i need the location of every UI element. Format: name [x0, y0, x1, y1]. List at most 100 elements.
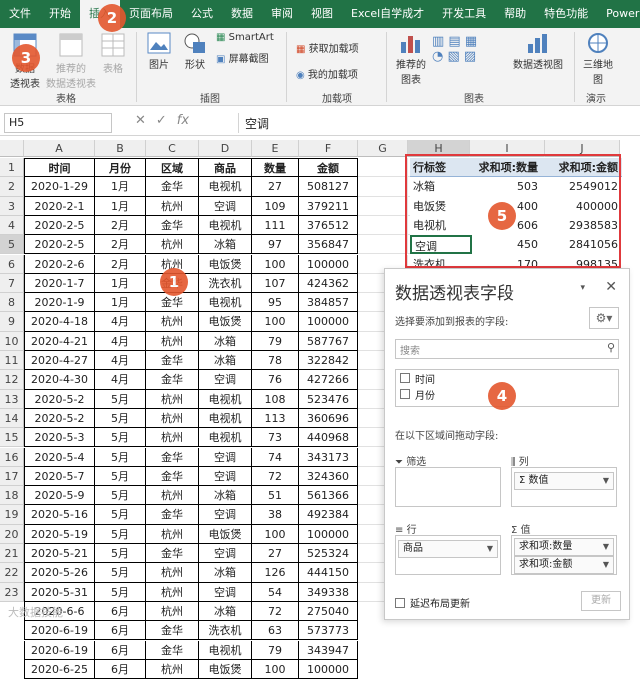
table-cell[interactable]: 343173 — [299, 447, 358, 467]
rows-zone[interactable]: 商品 ▼ — [395, 535, 501, 575]
table-cell[interactable]: 电视机 — [199, 640, 252, 660]
table-cell[interactable]: 5月 — [95, 428, 146, 448]
table-cell[interactable]: 电饭煲 — [199, 524, 252, 544]
table-cell[interactable]: 72 — [252, 601, 299, 622]
table-cell[interactable]: 2020-5-21 — [24, 544, 95, 564]
table-cell[interactable]: 360696 — [299, 408, 358, 429]
values-zone[interactable]: 求和项:数量 ▼ 求和项:金额 ▼ — [511, 535, 617, 575]
row-header[interactable]: 19 — [0, 505, 24, 525]
table-button[interactable]: 表格 — [98, 32, 128, 75]
table-cell[interactable]: 2020-2-5 — [24, 215, 95, 236]
table-cell[interactable]: 126 — [252, 563, 299, 583]
table-cell[interactable]: 金华 — [146, 466, 199, 487]
my-addins-button[interactable]: ◉ 我的加载项 — [296, 66, 376, 81]
name-box[interactable]: H5 — [4, 113, 112, 133]
table-cell[interactable]: 1月 — [95, 293, 146, 313]
recommended-pivot-button[interactable]: 推荐的 数据透视表 — [46, 32, 96, 90]
column-header-A[interactable]: A — [24, 140, 95, 157]
close-icon[interactable]: ✕ — [605, 279, 617, 295]
table-cell[interactable]: 电视机 — [199, 215, 252, 236]
table-cell[interactable]: 2020-5-2 — [24, 389, 95, 409]
table-cell[interactable]: 4月 — [95, 370, 146, 390]
table-cell[interactable]: 电视机 — [199, 293, 252, 313]
table-cell[interactable]: 275040 — [299, 601, 358, 622]
table-cell[interactable]: 空调 — [199, 505, 252, 525]
table-cell[interactable]: 2020-5-31 — [24, 582, 95, 602]
table-cell[interactable]: 27 — [252, 177, 299, 197]
table-cell[interactable]: 492384 — [299, 505, 358, 525]
table-cell[interactable]: 343947 — [299, 640, 358, 660]
checkbox[interactable] — [395, 597, 405, 608]
checkbox[interactable] — [400, 389, 410, 399]
table-cell[interactable]: 4月 — [95, 351, 146, 371]
tab-5[interactable]: 数据 — [222, 0, 262, 28]
table-cell[interactable]: 杭州 — [146, 196, 199, 216]
column-header-C[interactable]: C — [146, 140, 199, 157]
table-cell[interactable]: 2020-4-21 — [24, 331, 95, 351]
table-cell[interactable]: 冰箱 — [199, 601, 252, 622]
update-button[interactable]: 更新 — [581, 591, 621, 611]
formula-input[interactable]: 空调 — [238, 113, 638, 133]
table-cell[interactable]: 2020-5-2 — [24, 408, 95, 429]
table-cell[interactable]: 2020-2-5 — [24, 235, 95, 255]
table-cell[interactable]: 杭州 — [146, 659, 199, 679]
table-cell[interactable]: 2020-4-27 — [24, 351, 95, 371]
table-cell[interactable]: 2020-1-9 — [24, 293, 95, 313]
table-cell[interactable]: 5月 — [95, 486, 146, 506]
values-pill[interactable]: 求和项:数量 ▼ — [514, 538, 614, 556]
tab-1[interactable]: 开始 — [40, 0, 80, 28]
row-header[interactable]: 6 — [0, 254, 24, 274]
table-cell[interactable]: 100000 — [299, 254, 358, 274]
table-cell[interactable]: 384857 — [299, 293, 358, 313]
panel-options-dropdown-icon[interactable]: ▾ — [580, 283, 585, 293]
table-cell[interactable]: 5月 — [95, 544, 146, 564]
tab-8[interactable]: Excel自学成才 — [342, 0, 433, 28]
row-header[interactable]: 18 — [0, 486, 24, 506]
row-header[interactable]: 22 — [0, 563, 24, 583]
table-cell[interactable]: 2020-5-16 — [24, 505, 95, 525]
table-cell[interactable]: 电视机 — [199, 177, 252, 197]
table-cell[interactable]: 洗衣机 — [199, 273, 252, 294]
filter-zone[interactable] — [395, 467, 501, 507]
smartart-button[interactable]: ▦ SmartArt — [216, 32, 280, 43]
table-cell[interactable]: 冰箱 — [199, 563, 252, 583]
table-cell[interactable]: 5月 — [95, 524, 146, 544]
grid-cell[interactable] — [358, 215, 408, 236]
table-cell[interactable]: 电视机 — [199, 428, 252, 448]
table-cell[interactable]: 573773 — [299, 621, 358, 641]
table-cell[interactable]: 38 — [252, 505, 299, 525]
table-cell[interactable]: 440968 — [299, 428, 358, 448]
table-cell[interactable]: 79 — [252, 331, 299, 351]
table-cell[interactable]: 109 — [252, 196, 299, 216]
row-header[interactable]: 7 — [0, 273, 24, 294]
table-cell[interactable]: 78 — [252, 351, 299, 371]
checkbox[interactable] — [400, 373, 410, 383]
table-cell[interactable]: 冰箱 — [199, 331, 252, 351]
table-cell[interactable]: 324360 — [299, 466, 358, 487]
table-cell[interactable]: 杭州 — [146, 486, 199, 506]
table-cell[interactable]: 5月 — [95, 447, 146, 467]
table-cell[interactable]: 杭州 — [146, 389, 199, 409]
row-header[interactable]: 4 — [0, 215, 24, 236]
table-cell[interactable]: 空调 — [199, 370, 252, 390]
table-cell[interactable]: 113 — [252, 408, 299, 429]
row-header[interactable]: 11 — [0, 351, 24, 371]
table-cell[interactable]: 冰箱 — [199, 235, 252, 255]
table-cell[interactable]: 空调 — [199, 582, 252, 602]
pictures-button[interactable]: 图片 — [142, 32, 176, 71]
table-cell[interactable]: 杭州 — [146, 601, 199, 622]
table-cell[interactable]: 54 — [252, 582, 299, 602]
table-cell[interactable]: 金华 — [146, 544, 199, 564]
row-header[interactable]: 9 — [0, 312, 24, 332]
table-cell[interactable]: 空调 — [199, 544, 252, 564]
table-cell[interactable]: 2020-5-26 — [24, 563, 95, 583]
table-cell[interactable]: 587767 — [299, 331, 358, 351]
chart-types-gallery[interactable]: ▥ ▤ ▦ ◔ ▧ ▨ — [432, 34, 502, 64]
table-cell[interactable]: 2020-6-19 — [24, 640, 95, 660]
search-input[interactable]: 搜索 — [395, 339, 619, 359]
table-cell[interactable]: 100 — [252, 312, 299, 332]
tab-7[interactable]: 视图 — [302, 0, 342, 28]
table-cell[interactable]: 冰箱 — [199, 486, 252, 506]
table-cell[interactable]: 100000 — [299, 312, 358, 332]
row-header[interactable]: 2 — [0, 177, 24, 197]
